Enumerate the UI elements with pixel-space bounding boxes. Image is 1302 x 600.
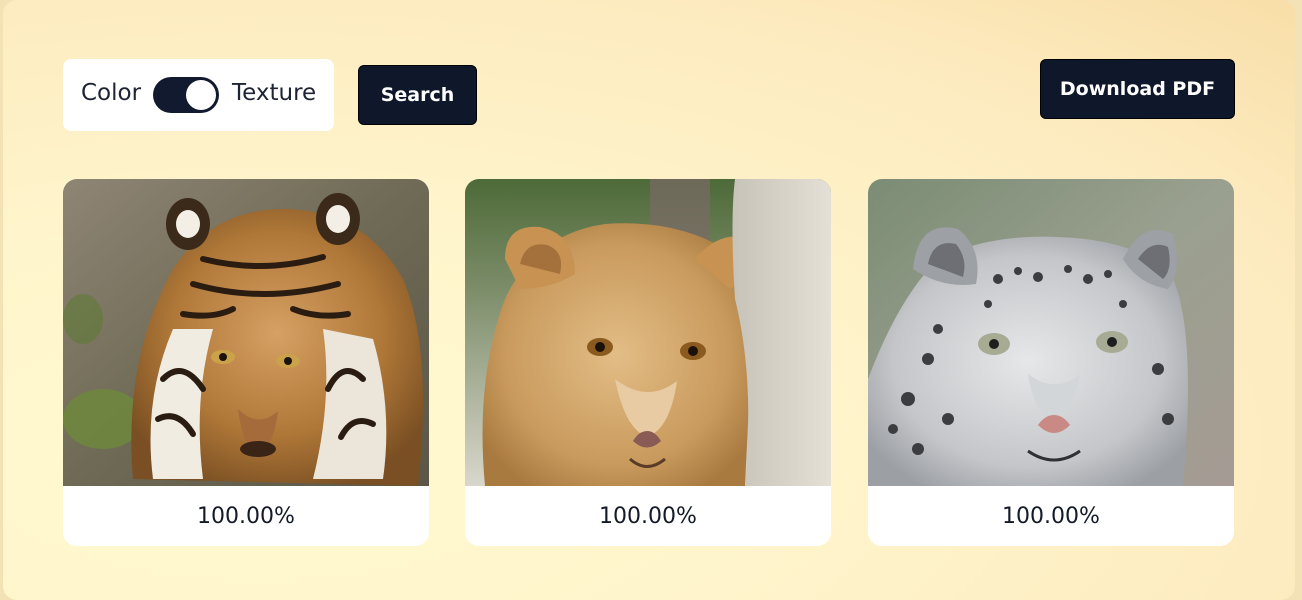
search-button[interactable]: Search — [358, 65, 477, 125]
mode-toggle-card: Color Texture — [63, 59, 334, 131]
tiger-photo — [63, 179, 429, 486]
switch-knob — [186, 80, 216, 110]
similarity-score: 100.00% — [868, 486, 1234, 546]
toggle-label-color: Color — [81, 80, 142, 106]
result-card[interactable]: 100.00% — [63, 179, 429, 546]
similarity-score: 100.00% — [63, 486, 429, 546]
result-card[interactable]: 100.00% — [465, 179, 831, 546]
similarity-score: 100.00% — [465, 486, 831, 546]
snow-leopard-photo — [868, 179, 1234, 486]
color-texture-switch[interactable] — [153, 77, 219, 113]
toggle-label-texture: Texture — [232, 80, 317, 106]
result-card[interactable]: 100.00% — [868, 179, 1234, 546]
main-panel: Color Texture Search Download PDF 100.00… — [3, 0, 1295, 600]
download-pdf-button[interactable]: Download PDF — [1040, 59, 1235, 119]
lioness-photo — [465, 179, 831, 486]
